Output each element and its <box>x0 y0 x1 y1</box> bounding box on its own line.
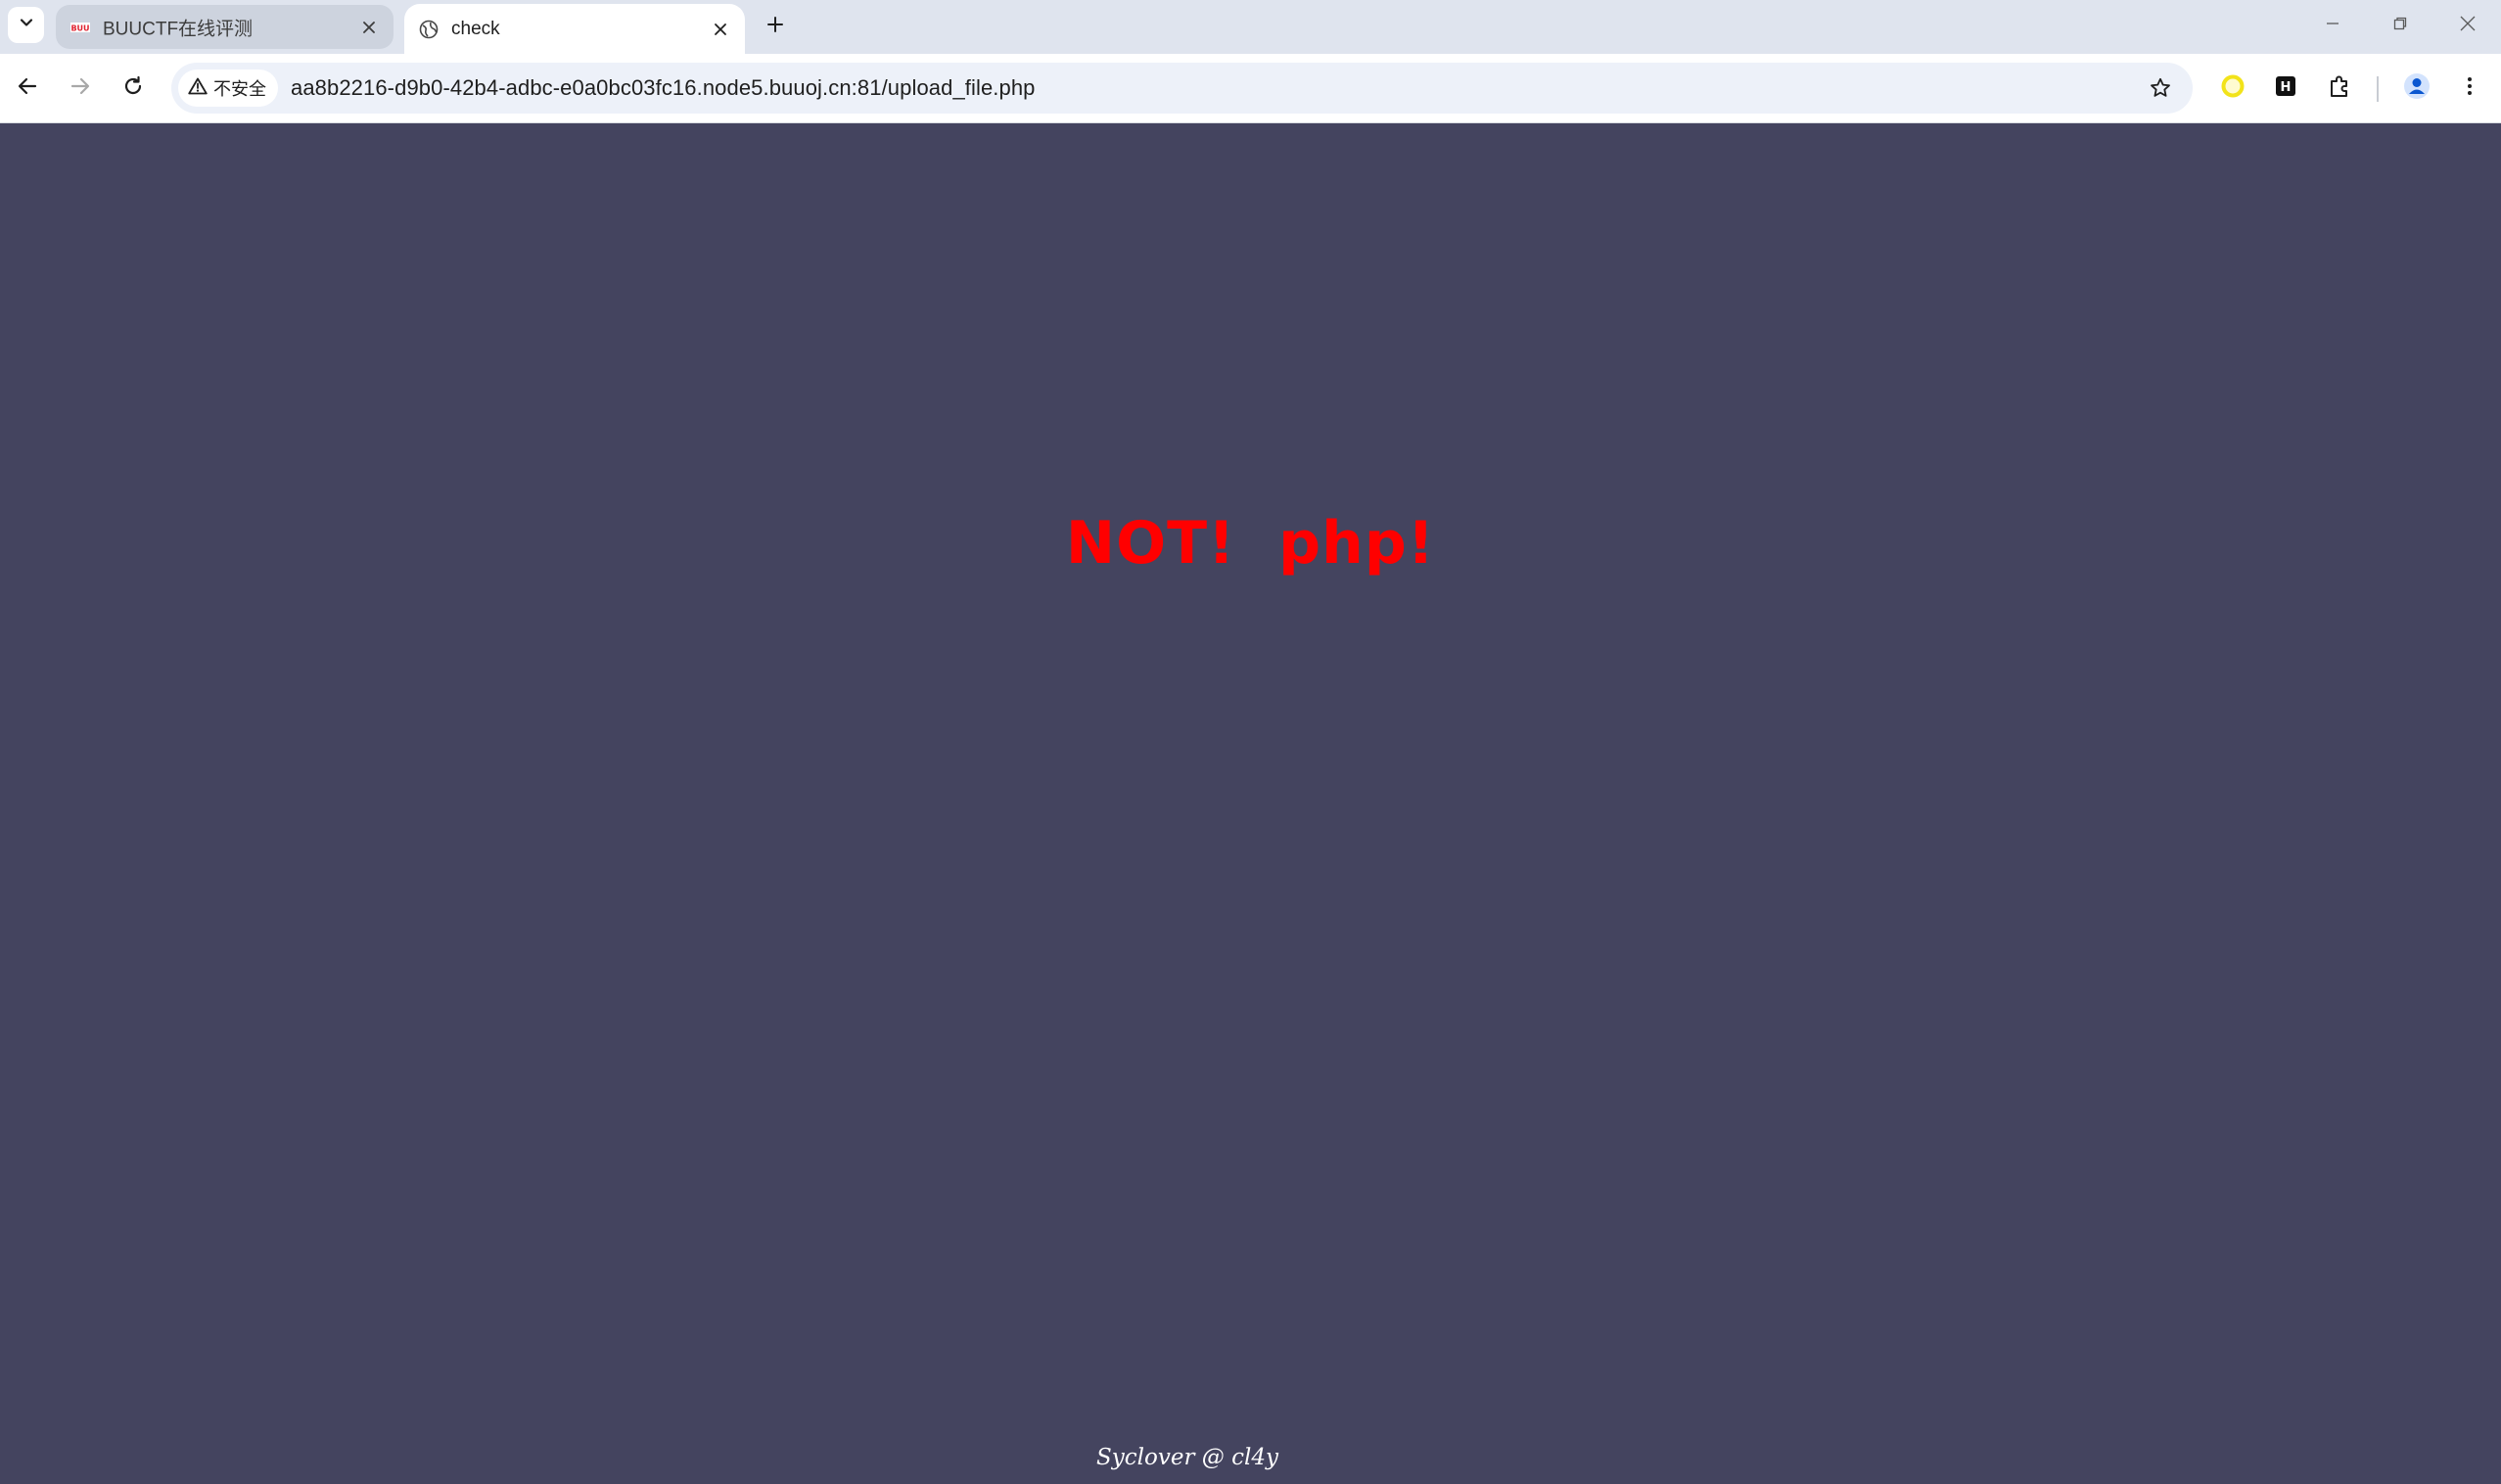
tab-title: check <box>451 18 500 39</box>
plus-icon <box>766 16 784 38</box>
profile-button[interactable] <box>2398 70 2435 107</box>
svg-text:H: H <box>2281 80 2292 95</box>
back-arrow-icon <box>17 75 38 102</box>
toolbar-divider <box>2377 76 2379 102</box>
footer-credit: Syclover @ cl4y <box>1096 1445 1278 1470</box>
yellow-circle-icon <box>2220 73 2246 104</box>
tab-check[interactable]: check <box>404 4 745 54</box>
buuctf-logo-icon: BUU <box>69 17 91 38</box>
minimize-button[interactable] <box>2310 8 2355 43</box>
globe-icon <box>418 19 440 40</box>
h-icon: H <box>2275 75 2296 102</box>
close-icon <box>2459 15 2477 37</box>
security-label: 不安全 <box>213 79 266 99</box>
back-button[interactable] <box>10 70 45 106</box>
forward-arrow-icon <box>69 75 91 102</box>
close-icon[interactable] <box>356 15 382 40</box>
close-window-button[interactable] <box>2445 8 2490 43</box>
address-bar[interactable]: 不安全 aa8b2216-d9b0-42b4-adbc-e0a0bc03fc16… <box>171 63 2193 114</box>
extension-button-1[interactable] <box>2214 70 2251 107</box>
profile-icon <box>2403 72 2431 105</box>
tab-buuctf[interactable]: BUU BUUCTF在线评测 <box>56 5 394 49</box>
security-indicator[interactable]: 不安全 <box>178 70 278 107</box>
error-message: NOT! php! <box>1065 509 1436 578</box>
reload-icon <box>122 75 144 102</box>
reload-button[interactable] <box>116 70 151 106</box>
page-content: NOT! php! Syclover @ cl4y <box>0 123 2501 1484</box>
close-icon[interactable] <box>708 17 733 42</box>
restore-icon <box>2392 16 2408 36</box>
kebab-menu-icon <box>2466 75 2474 102</box>
menu-button[interactable] <box>2451 70 2488 107</box>
extension-button-2[interactable]: H <box>2267 70 2304 107</box>
tab-strip: BUU BUUCTF在线评测 check <box>0 0 2501 54</box>
tab-search-button[interactable] <box>8 7 44 43</box>
tab-title: BUUCTF在线评测 <box>103 19 254 39</box>
minimize-icon <box>2325 16 2340 36</box>
star-icon[interactable] <box>2146 73 2175 103</box>
restore-button[interactable] <box>2378 8 2423 43</box>
chevron-down-icon <box>19 15 34 35</box>
new-tab-button[interactable] <box>760 11 791 42</box>
browser-window: BUU BUUCTF在线评测 check 不安全 aa8b2216-d9b0-4… <box>0 0 2501 1484</box>
forward-button[interactable] <box>63 70 98 106</box>
toolbar: 不安全 aa8b2216-d9b0-42b4-adbc-e0a0bc03fc16… <box>0 54 2501 123</box>
url-text[interactable]: aa8b2216-d9b0-42b4-adbc-e0a0bc03fc16.nod… <box>291 75 1036 101</box>
extensions-button[interactable] <box>2321 70 2358 107</box>
svg-text:BUU: BUU <box>70 23 89 32</box>
puzzle-icon <box>2327 73 2352 104</box>
warning-icon <box>188 77 208 100</box>
